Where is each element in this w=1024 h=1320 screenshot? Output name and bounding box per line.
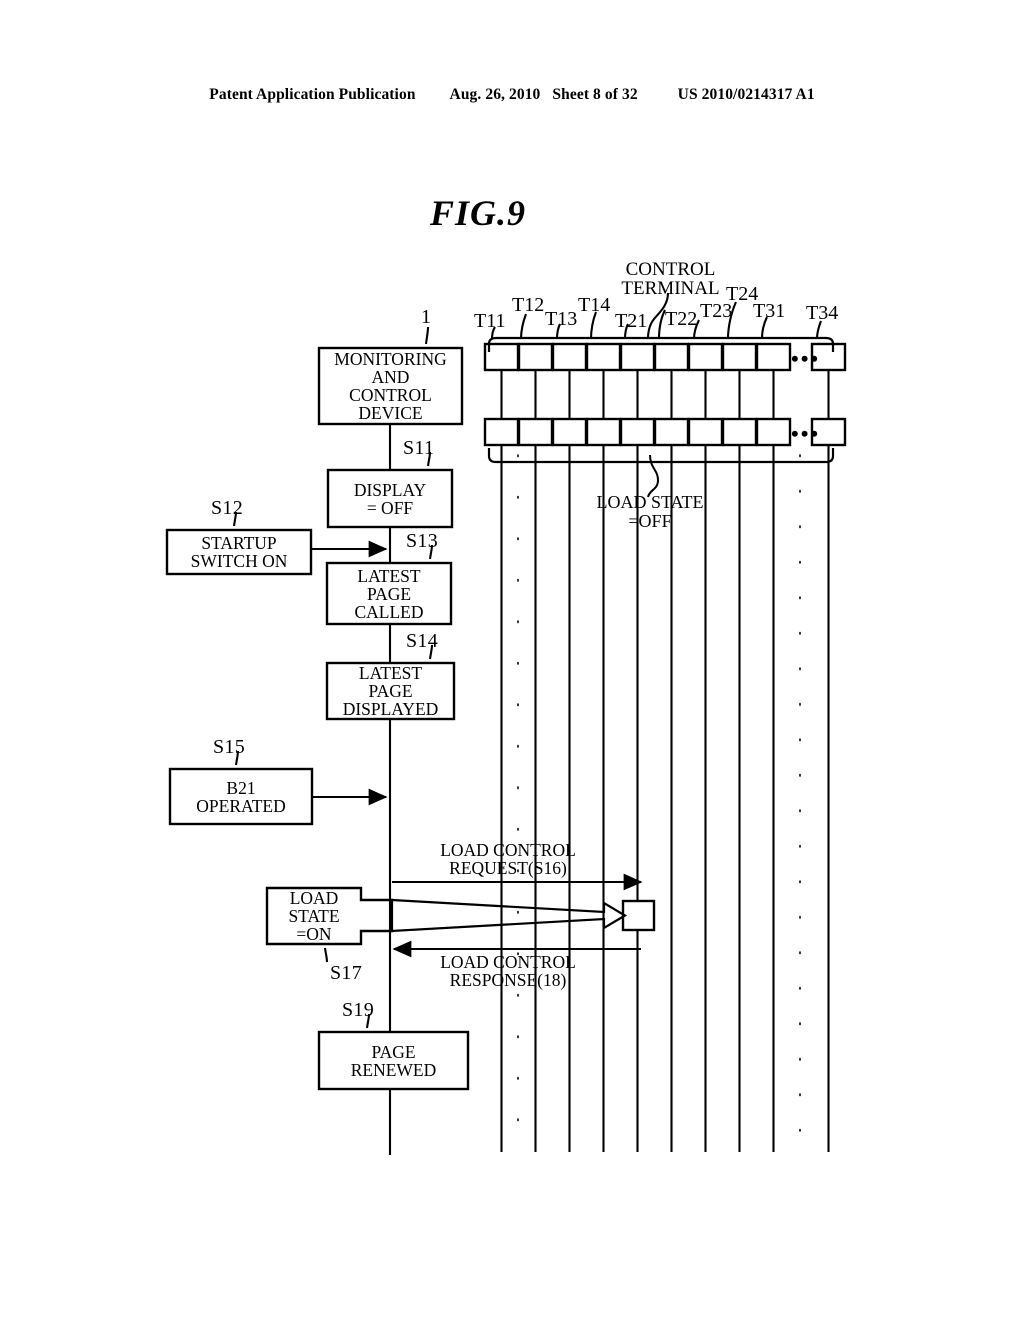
control-terminal-title: CONTROL TERMINAL [621,259,720,299]
terminal-id-t21: T21 [615,310,648,332]
message-load-control-request: LOAD CONTROL REQUEST(S16) [440,840,576,878]
patent-figure-page: Patent Application Publication Aug. 26, 2… [0,0,1024,1320]
step-page-renewed-label: PAGE RENEWED [350,1041,437,1080]
terminal-row-top-ellipsis: ••• [791,346,821,371]
step-id-s11: S11 [403,437,435,459]
step-id-s14: S14 [406,630,439,652]
terminal-id-t11: T11 [474,310,506,332]
step-latest-page-displayed-label: LATEST PAGE DISPLAYED [342,663,439,719]
terminal-id-t34: T34 [806,302,839,324]
step-id-s13: S13 [406,530,439,552]
step-startup-switch-on-label: STARTUP SWITCH ON [190,533,288,571]
step-display-off-label: DISPLAY = OFF [353,479,427,518]
figure-line-art [165,292,847,1155]
terminal-id-t22: T22 [665,308,698,330]
terminal-id-t13: T13 [545,308,578,330]
terminal-id-t14: T14 [578,294,611,316]
step-id-s19: S19 [342,999,375,1021]
terminal-id-t12: T12 [512,294,545,316]
terminal-id-t31: T31 [753,300,786,322]
device-ref-number: 1 [421,306,432,328]
monitoring-control-device-label: MONITORING AND CONTROL DEVICE [334,349,447,423]
step-b21-operated-label: B21 OPERATED [196,777,286,816]
terminal-row-bottom-ellipsis: ••• [791,421,821,446]
step-id-s17: S17 [330,962,363,984]
step-load-state-on-label: LOAD STATE =ON [288,888,340,944]
message-load-control-response: LOAD CONTROL RESPONSE(18) [440,952,576,990]
step-id-s15: S15 [213,736,246,758]
load-state-off-label: LOAD STATE =OFF [596,492,704,531]
step-latest-page-called-label: LATEST PAGE CALLED [354,565,424,622]
step-id-s12: S12 [211,497,244,519]
